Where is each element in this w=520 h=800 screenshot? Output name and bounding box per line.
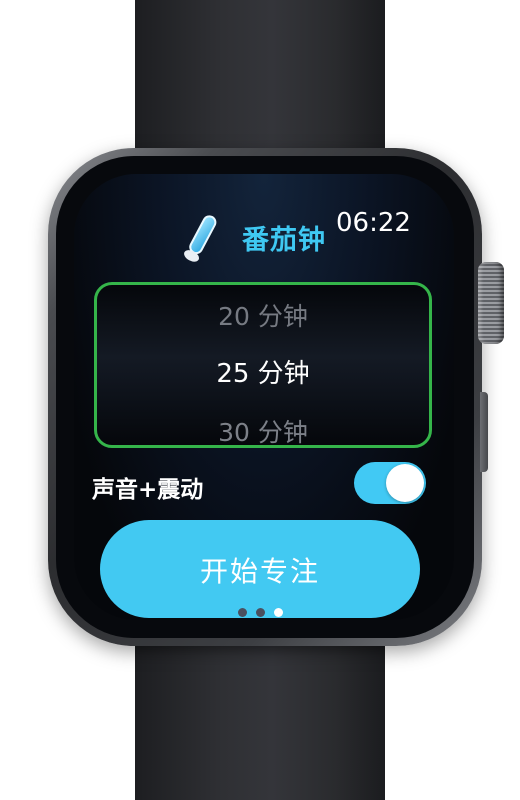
picker-option-next[interactable]: 30 分钟 xyxy=(97,413,429,445)
start-focus-button[interactable]: 开始专注 xyxy=(100,520,420,618)
pencil-icon xyxy=(184,215,217,262)
sound-vibration-toggle[interactable] xyxy=(354,462,426,504)
page-dot-2 xyxy=(256,608,265,617)
toggle-knob xyxy=(386,464,424,502)
sound-vibration-row: 声音+震动 xyxy=(92,462,436,506)
digital-crown[interactable] xyxy=(478,262,504,344)
watch-band-top xyxy=(135,0,385,170)
start-focus-label: 开始专注 xyxy=(199,555,320,588)
page-dot-1 xyxy=(238,608,247,617)
page-dot-3 xyxy=(274,608,283,617)
sound-vibration-label: 声音+震动 xyxy=(92,477,204,503)
picker-option-selected[interactable]: 25 分钟 xyxy=(97,353,429,390)
clock: 06:22 xyxy=(336,208,411,238)
watch-screen: 番茄钟 06:22 20 分钟 25 分钟 30 分钟 声音+震动 开始专注 xyxy=(74,174,454,620)
picker-option-prev[interactable]: 20 分钟 xyxy=(97,297,429,333)
page-indicator xyxy=(238,608,298,620)
side-button[interactable] xyxy=(480,392,488,472)
duration-picker[interactable]: 20 分钟 25 分钟 30 分钟 xyxy=(94,282,432,448)
app-header: 番茄钟 06:22 xyxy=(74,174,454,262)
watch-mockup: 番茄钟 06:22 20 分钟 25 分钟 30 分钟 声音+震动 开始专注 xyxy=(0,0,520,800)
watch-band-bottom xyxy=(135,630,385,800)
app-title: 番茄钟 xyxy=(242,225,326,256)
